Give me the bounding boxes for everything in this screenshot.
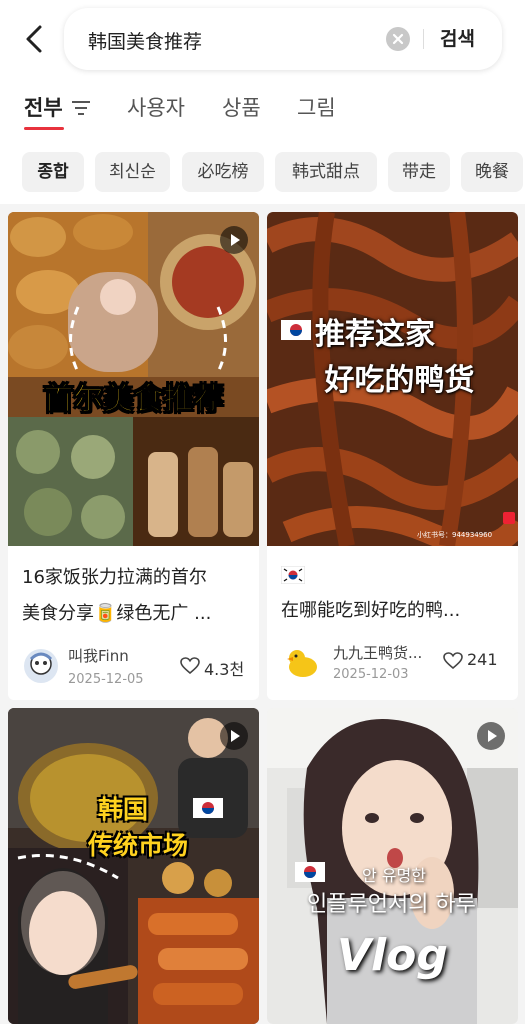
tab-products[interactable]: 상품	[222, 92, 261, 122]
search-input[interactable]: 韩国美食推荐	[88, 27, 202, 54]
tab-all[interactable]: 전부	[24, 92, 63, 122]
post-title-line[interactable]: 美食分享🥫绿色无广 ...	[22, 599, 211, 629]
avatar[interactable]	[24, 649, 58, 683]
like-heart-icon[interactable]	[443, 652, 463, 670]
active-tab-indicator	[24, 127, 64, 130]
video-play-icon	[220, 226, 248, 254]
tab-users[interactable]: 사용자	[127, 92, 185, 122]
watermark-text: 小红书号：944934960	[417, 531, 493, 539]
thumbnail-caption: 韩国	[98, 795, 149, 824]
top-bar: 韩国美食推荐 검색	[0, 0, 525, 80]
chip-dinner[interactable]: 晚餐	[461, 152, 523, 192]
video-play-icon	[220, 722, 248, 750]
thumbnail-caption: 好吃的鸭货	[324, 363, 475, 398]
result-tabs: 전부 사용자 상품 그림	[0, 80, 525, 140]
like-count: 4.3천	[204, 660, 245, 679]
post-title-line[interactable]: 在哪能吃到好吃的鸭...	[281, 596, 460, 626]
post-card[interactable]: 首尔美食推荐 16家饭张力拉满的首尔 美食分享🥫绿色无广 ... 叫我Finn …	[8, 212, 259, 700]
thumbnail-caption: Vlog	[337, 930, 448, 981]
filter-icon[interactable]	[70, 98, 92, 118]
tab-images[interactable]: 그림	[297, 92, 336, 122]
like-count: 241	[467, 650, 498, 669]
korea-flag-icon	[281, 566, 305, 584]
chip-takeaway[interactable]: 带走	[388, 152, 450, 192]
post-thumbnail[interactable]: 首尔美食推荐	[8, 212, 259, 546]
post-card[interactable]: 안 유명한 인플루언서의 하루 Vlog	[267, 708, 518, 1024]
clear-search-icon[interactable]	[386, 27, 410, 51]
search-button[interactable]: 검색	[440, 24, 475, 51]
post-date: 2025-12-05	[68, 672, 144, 687]
post-title-line[interactable]: 16家饭张力拉满的首尔	[22, 563, 207, 593]
post-thumbnail[interactable]: 안 유명한 인플루언서의 하루 Vlog	[267, 708, 518, 1024]
chip-overall[interactable]: 종합	[22, 152, 84, 192]
author-name[interactable]: 叫我Finn	[68, 645, 129, 666]
thumbnail-caption: 인플루언서의 하루	[307, 892, 476, 917]
post-card[interactable]: 韩国 传统市场	[8, 708, 259, 1024]
thumbnail-caption: 首尔美食推荐	[43, 382, 224, 418]
search-box[interactable]: 韩国美食推荐 검색	[64, 8, 502, 70]
chip-latest[interactable]: 최신순	[95, 152, 170, 192]
thumbnail-caption: 推荐这家	[315, 317, 435, 352]
back-arrow-icon[interactable]	[18, 22, 52, 56]
author-name[interactable]: 九九王鸭货...	[333, 642, 422, 663]
avatar[interactable]	[285, 645, 319, 679]
divider	[423, 29, 424, 49]
post-thumbnail[interactable]: 推荐这家 好吃的鸭货 小红书号：944934960	[267, 212, 518, 546]
post-date: 2025-12-03	[333, 667, 409, 682]
thumbnail-caption: 안 유명한	[362, 866, 426, 885]
post-card[interactable]: 推荐这家 好吃的鸭货 小红书号：944934960 在哪能吃到好吃的鸭... 九…	[267, 212, 518, 700]
chip-korean-desserts[interactable]: 韩式甜点	[275, 152, 377, 192]
filter-chips: 종합 최신순 必吃榜 韩式甜点 带走 晚餐	[0, 140, 525, 204]
chip-must-eat[interactable]: 必吃榜	[182, 152, 264, 192]
video-play-icon	[477, 722, 505, 750]
like-heart-icon[interactable]	[180, 657, 200, 675]
post-thumbnail[interactable]: 韩国 传统市场	[8, 708, 259, 1024]
thumbnail-caption: 传统市场	[88, 831, 189, 860]
